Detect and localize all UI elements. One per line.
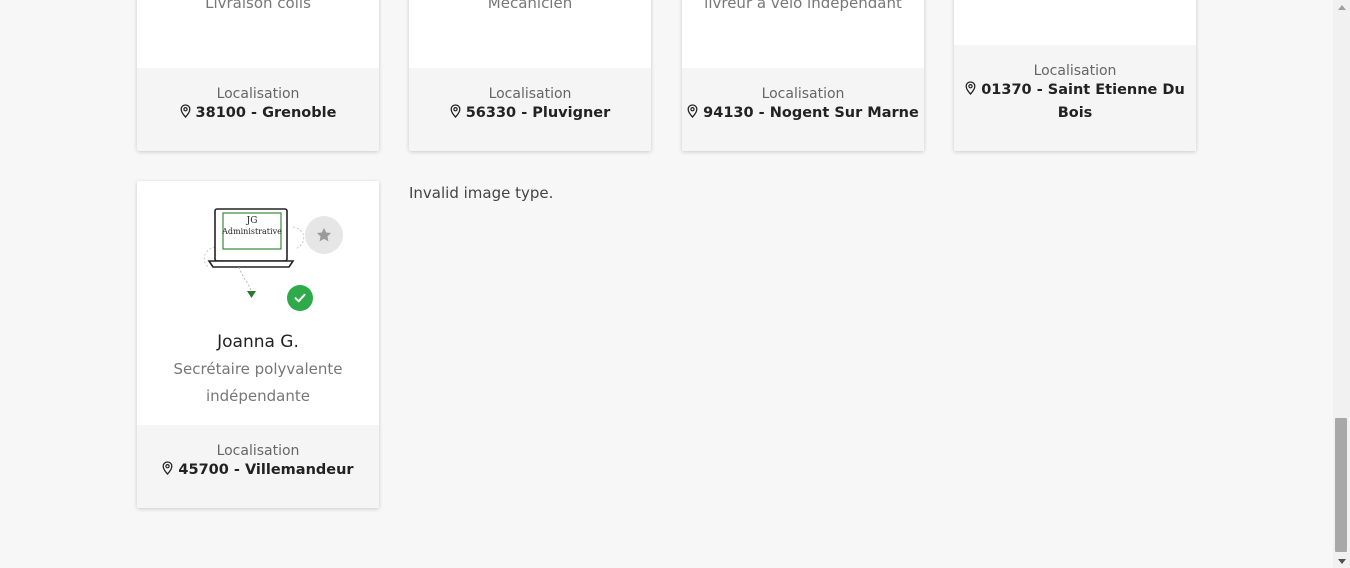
profile-card[interactable]: Livraison colis Localisation 38100 - Gre… (137, 0, 379, 151)
location-text: 45700 - Villemandeur (178, 462, 354, 478)
star-icon (316, 227, 332, 242)
location-text: 56330 - Pluvigner (465, 105, 611, 121)
favorite-button[interactable] (305, 216, 343, 254)
location-text: 38100 - Grenoble (195, 105, 337, 121)
logo-text-line2: Administrative (221, 227, 282, 236)
location-label: Localisation (216, 86, 300, 102)
location-label: Localisation (761, 86, 845, 102)
profile-card[interactable]: Localisation 01370 - Saint Etienne Du Bo… (954, 0, 1196, 151)
scrollbar-thumb[interactable] (1335, 418, 1347, 552)
location-section: Localisation 01370 - Saint Etienne Du Bo… (954, 45, 1196, 151)
arrow-down-icon (1337, 558, 1346, 564)
location-value: 01370 - Saint Etienne Du (954, 79, 1196, 102)
location-value: 94130 - Nogent Sur Marne (682, 102, 924, 125)
location-label: Localisation (1033, 63, 1117, 79)
location-text: 94130 - Nogent Sur Marne (703, 105, 919, 121)
location-label: Localisation (216, 443, 300, 459)
profile-card-joanna[interactable]: JG Administrative Joanna G. Secrétaire p… (137, 181, 379, 508)
scroll-up-button[interactable] (1333, 0, 1350, 14)
profile-name[interactable]: Joanna G. (137, 332, 379, 352)
map-pin-icon (687, 104, 698, 118)
map-pin-icon (180, 104, 190, 118)
vertical-scrollbar[interactable] (1333, 0, 1350, 568)
location-text-continued: Bois (1057, 105, 1093, 121)
location-value: 45700 - Villemandeur (137, 459, 379, 482)
verified-badge (287, 285, 313, 311)
job-title: Mécanicien (487, 0, 573, 12)
profile-card[interactable]: Mécanicien Localisation 56330 - Pluvigne… (409, 0, 651, 151)
location-text: 01370 - Saint Etienne Du (981, 82, 1185, 98)
profile-card[interactable]: livreur à vélo indépendant Localisation … (682, 0, 924, 151)
invalid-image-message: Invalid image type. (409, 184, 554, 202)
job-title: livreur à vélo indépendant (704, 0, 902, 12)
job-title-line1: Secrétaire polyvalente (173, 360, 343, 378)
location-section: Localisation 38100 - Grenoble (137, 68, 379, 151)
map-pin-icon (965, 81, 976, 95)
profile-header: JG Administrative Joanna G. Secrétaire p… (137, 181, 379, 425)
location-label: Localisation (488, 86, 572, 102)
job-title: Livraison colis (205, 0, 311, 12)
map-pin-icon (162, 461, 173, 475)
logo-text-line1: JG (246, 216, 258, 226)
location-section: Localisation 94130 - Nogent Sur Marne (682, 68, 924, 151)
arrow-up-icon (1337, 4, 1346, 10)
check-icon (294, 293, 306, 303)
job-title-line2: indépendante (205, 387, 310, 405)
location-value: 56330 - Pluvigner (409, 102, 651, 125)
location-value: 38100 - Grenoble (137, 102, 379, 125)
location-section: Localisation 56330 - Pluvigner (409, 68, 651, 151)
scroll-down-button[interactable] (1333, 554, 1350, 568)
location-section: Localisation 45700 - Villemandeur (137, 425, 379, 508)
map-pin-icon (450, 104, 461, 118)
